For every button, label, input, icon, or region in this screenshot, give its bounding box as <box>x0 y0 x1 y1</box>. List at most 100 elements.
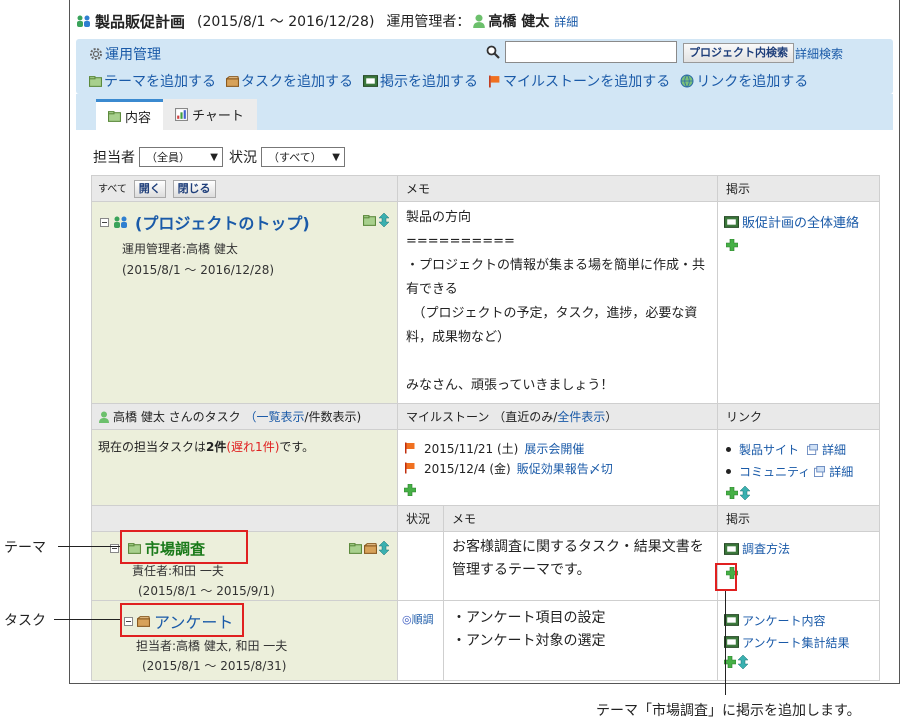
milestone-all-link[interactable]: 全件表示 <box>557 410 605 424</box>
theme-memo: お客様調査に関するタスク・結果文書を管理するテーマです。 <box>442 531 719 601</box>
milestone-link[interactable]: 展示会開催 <box>524 440 584 457</box>
task-callout-label: タスク <box>4 613 46 629</box>
updown-icon[interactable] <box>738 655 748 669</box>
task-summary-count: 2件 <box>206 440 227 454</box>
task-memo-line: ・アンケート対象の選定 <box>452 633 606 649</box>
milestone-header-label: マイルストーン （直近のみ/ <box>406 410 558 424</box>
globe-icon <box>680 74 694 88</box>
updown-icon[interactable] <box>379 541 389 555</box>
tab-chart[interactable]: チャート <box>163 99 257 130</box>
project-icon <box>113 216 129 228</box>
add-bulletin-link[interactable]: 掲示を追加する <box>363 71 478 91</box>
manager-name: 高橋 健太 <box>488 14 550 30</box>
task-highlight-box <box>120 603 244 637</box>
assignee-select[interactable]: （全員） ▼ <box>139 147 223 167</box>
box-icon[interactable] <box>364 543 377 554</box>
external-icon <box>814 466 825 477</box>
project-top-row: (プロジェクトのトップ) 運用管理者:高橋 健太 (2015/8/1 ～ 201… <box>91 201 881 404</box>
bullet <box>726 468 732 474</box>
task-bulletin-link[interactable]: アンケート内容 <box>742 612 826 629</box>
task-status[interactable]: 順調 <box>412 613 434 626</box>
add-milestone-link[interactable]: マイルストーンを追加する <box>488 71 670 91</box>
status-select[interactable]: （すべて） ▼ <box>261 147 345 167</box>
add-milestone-plus-icon[interactable] <box>404 484 416 496</box>
tasks-header: 高橋 健太 さんのタスク （一覧表示/件数表示) <box>91 403 398 430</box>
add-link-link[interactable]: リンクを追加する <box>680 71 808 91</box>
add-milestone-label: マイルストーンを追加する <box>503 74 671 90</box>
task-callout-line <box>54 619 120 620</box>
add-theme-link[interactable]: テーマを追加する <box>89 71 216 91</box>
milestone-link[interactable]: 販促効果報告〆切 <box>517 460 613 477</box>
tab-content[interactable]: 内容 <box>96 99 164 130</box>
project-memo: 製品の方向 ========== ・プロジェクトの情報が集まる場を簡単に作成・共… <box>396 201 719 404</box>
bulletin-item: アンケート集計結果 <box>724 631 879 653</box>
project-search-button[interactable]: プロジェクト内検索 <box>683 43 794 63</box>
updown-icon[interactable] <box>740 486 750 500</box>
updown-icon[interactable] <box>379 213 389 227</box>
theme-memo-header: メモ <box>442 505 719 532</box>
milestone-header: マイルストーン （直近のみ/全件表示） <box>396 403 719 430</box>
task-summary-late: (遅れ1件) <box>226 440 280 454</box>
gear-icon <box>89 47 103 61</box>
folder-icon[interactable] <box>349 543 362 554</box>
theme-callout-label: テーマ <box>4 540 46 556</box>
link-detail[interactable]: 詳細 <box>822 441 846 458</box>
content-panel: 担当者 （全員） ▼ 状況 （すべて） ▼ すべて 開く 閉じる メモ 掲示 (… <box>76 130 893 683</box>
project-manager: 運用管理者:高橋 健太 <box>122 242 238 256</box>
status-label: 状況 <box>229 150 257 166</box>
add-actions: テーマを追加する タスクを追加する 掲示を追加する マイルストーンを追加する リ… <box>89 71 818 91</box>
milestone-item: 2015/12/4 (金) 販促効果報告〆切 <box>404 458 711 478</box>
add-bulletin-plus-icon[interactable] <box>726 239 738 251</box>
link-item: 製品サイト 詳細 <box>726 438 873 460</box>
board-icon <box>724 216 739 228</box>
advanced-search-link[interactable]: 詳細検索 <box>795 45 843 62</box>
theme-callout-line <box>58 546 120 547</box>
project-top-link[interactable]: (プロジェクトのトップ) <box>135 210 310 234</box>
link-item-label[interactable]: コミュニティ <box>739 463 810 480</box>
theme-status <box>397 531 444 601</box>
all-label: すべて <box>98 183 127 195</box>
flag-icon <box>404 462 416 474</box>
add-bulletin-callout-label: テーマ「市場調査」に掲示を追加します。 <box>596 703 861 719</box>
project-icon <box>76 15 92 27</box>
add-task-link[interactable]: タスクを追加する <box>226 71 353 91</box>
assignee-value: （全員） <box>146 151 190 164</box>
tasks-row: 現在の担当タスクは2件(遅れ1件)です。 2015/11/21 (土) 展示会開… <box>91 429 881 506</box>
tab-bar: 内容 チャート <box>76 94 893 130</box>
project-period: (2015/8/1 ～ 2016/12/28) <box>122 263 275 277</box>
task-bulletin-cell: アンケート内容 アンケート集計結果 <box>717 600 881 681</box>
link-detail[interactable]: 詳細 <box>829 463 853 480</box>
task-bulletin-link[interactable]: アンケート集計結果 <box>742 634 850 651</box>
theme-highlight-box <box>120 530 248 564</box>
flag-icon <box>488 75 501 88</box>
theme-bulletin-link[interactable]: 調査方法 <box>742 540 790 557</box>
admin-link[interactable]: 運用管理 <box>89 44 161 64</box>
add-bulletin-label: 掲示を追加する <box>380 74 478 90</box>
folder-icon <box>108 111 121 122</box>
flag-icon <box>404 442 416 454</box>
filters: 担当者 （全員） ▼ 状況 （すべて） ▼ <box>93 147 351 167</box>
detail-link[interactable]: 詳細 <box>554 13 578 30</box>
add-link-plus-icon[interactable] <box>726 487 738 499</box>
add-link-label: リンクを追加する <box>696 74 809 90</box>
link-item-label[interactable]: 製品サイト <box>739 441 799 458</box>
list-view-link[interactable]: （一覧表示 <box>244 410 304 424</box>
search-input[interactable] <box>505 41 677 63</box>
memo-header: メモ <box>396 175 719 202</box>
project-top-cell: (プロジェクトのトップ) 運用管理者:高橋 健太 (2015/8/1 ～ 201… <box>91 201 398 404</box>
tab-content-label: 内容 <box>125 110 152 126</box>
add-theme-label: テーマを追加する <box>104 74 216 90</box>
link-header: リンク <box>717 403 881 430</box>
folder-icon[interactable] <box>363 215 376 226</box>
theme-header-blank <box>91 505 398 532</box>
milestone-date: 2015/12/4 (金) <box>424 461 511 476</box>
collapse-icon[interactable] <box>100 218 109 227</box>
links-cell: 製品サイト 詳細 コミュニティ 詳細 <box>717 429 881 506</box>
page-header: 製品販促計画 (2015/8/1 ～ 2016/12/28) 運用管理者： 高橋… <box>76 10 578 32</box>
window-frame: 製品販促計画 (2015/8/1 ～ 2016/12/28) 運用管理者： 高橋… <box>69 0 900 684</box>
bulletin-link[interactable]: 販促計画の全体連絡 <box>742 212 859 231</box>
close-all-button[interactable]: 閉じる <box>172 179 216 198</box>
open-all-button[interactable]: 開く <box>133 179 166 198</box>
assignee-label: 担当者 <box>93 150 135 166</box>
bulletin-item: アンケート内容 <box>724 609 879 631</box>
